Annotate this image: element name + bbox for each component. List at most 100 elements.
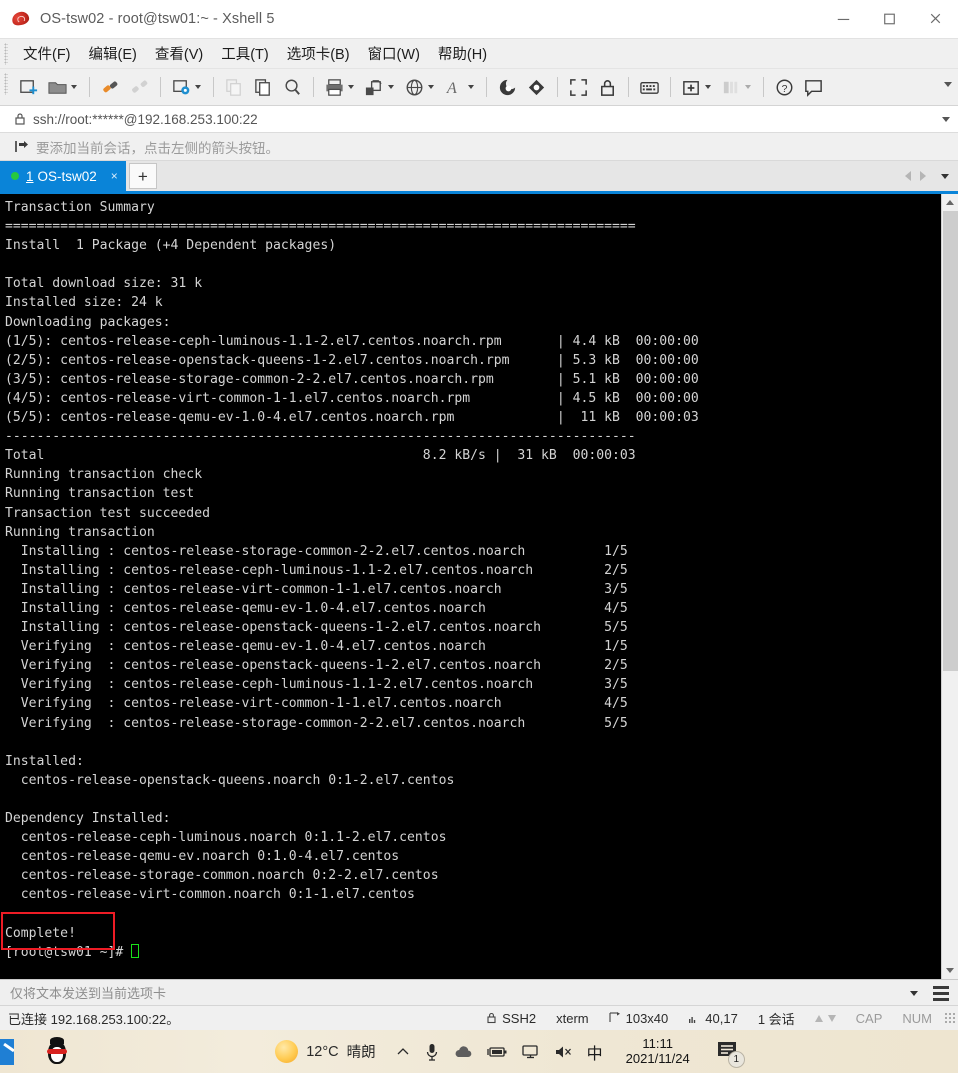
folder-dropdown-caret[interactable] bbox=[71, 85, 77, 89]
new-tab-button[interactable]: + bbox=[128, 163, 157, 189]
terminal-output[interactable]: Transaction Summary =====================… bbox=[0, 194, 941, 979]
scrollbar-track[interactable] bbox=[941, 211, 958, 962]
svg-text:?: ? bbox=[782, 82, 788, 94]
terminal-line: Installing : centos-release-qemu-ev-1.0-… bbox=[5, 600, 628, 616]
send-to-tab-bar[interactable]: 仅将文本发送到当前选项卡 bbox=[0, 979, 958, 1005]
resize-grip[interactable] bbox=[944, 1012, 956, 1024]
notification-center-button[interactable]: 1 bbox=[715, 1038, 745, 1068]
print-icon[interactable] bbox=[320, 72, 360, 102]
taskbar-clock[interactable]: 11:11 2021/11/24 bbox=[625, 1036, 690, 1066]
terminal-area: Transaction Summary =====================… bbox=[0, 194, 958, 979]
connect-icon[interactable] bbox=[96, 72, 125, 102]
tab-list-caret[interactable] bbox=[932, 173, 952, 179]
battery-icon[interactable] bbox=[486, 1045, 508, 1059]
font-dropdown-caret[interactable] bbox=[468, 85, 474, 89]
terminal-line: centos-release-ceph-luminous.noarch 0:1.… bbox=[5, 830, 447, 846]
status-cursor-position: 40,17 bbox=[678, 1011, 748, 1026]
send-input[interactable]: 仅将文本发送到当前选项卡 bbox=[10, 983, 166, 1002]
toolbar-grip-handle[interactable] bbox=[4, 73, 8, 95]
maximize-button[interactable] bbox=[866, 0, 912, 38]
scrollbar-thumb[interactable] bbox=[942, 211, 958, 671]
terminal-line: ========================================… bbox=[5, 219, 636, 235]
find-icon[interactable] bbox=[278, 72, 307, 102]
tab-os-tsw02[interactable]: 1 OS-tsw02 × bbox=[0, 161, 126, 191]
terminal-line: Installed: bbox=[5, 753, 84, 769]
volume-muted-icon[interactable] bbox=[554, 1044, 574, 1060]
globe-icon[interactable] bbox=[400, 72, 440, 102]
print-dropdown-caret[interactable] bbox=[348, 85, 354, 89]
block-cursor bbox=[131, 943, 140, 958]
terminal-line: (3/5): centos-release-storage-common-2-2… bbox=[5, 371, 699, 387]
menu-window[interactable]: 窗口(W) bbox=[359, 40, 429, 67]
status-protocol: SSH2 bbox=[476, 1011, 546, 1026]
toolbar-separator bbox=[213, 77, 214, 97]
ime-indicator[interactable]: 中 bbox=[587, 1040, 603, 1064]
status-num-lock: NUM bbox=[902, 1010, 932, 1026]
menu-view[interactable]: 查看(V) bbox=[146, 40, 212, 67]
terminal-line: Transaction test succeeded bbox=[5, 505, 210, 521]
address-input[interactable]: ssh://root:******@192.168.253.100:22 bbox=[33, 112, 258, 127]
close-button[interactable] bbox=[912, 0, 958, 38]
minimize-button[interactable] bbox=[820, 0, 866, 38]
menu-file[interactable]: 文件(F) bbox=[14, 40, 80, 67]
microphone-icon[interactable] bbox=[424, 1042, 440, 1062]
menu-tabs[interactable]: 选项卡(B) bbox=[278, 40, 359, 67]
globe-dropdown-caret[interactable] bbox=[428, 85, 434, 89]
terminal-prompt-line: [root@tsw01 ~]# bbox=[5, 943, 941, 962]
disconnect-icon[interactable] bbox=[125, 72, 154, 102]
layout-dropdown-caret bbox=[745, 85, 751, 89]
start-button[interactable] bbox=[0, 1038, 14, 1065]
scroll-up-arrow[interactable] bbox=[942, 194, 958, 211]
send-dropdown-caret[interactable] bbox=[910, 991, 918, 996]
windows-taskbar: 12°C 晴朗 中 11:11 2021/11/24 1 bbox=[0, 1030, 958, 1073]
transfer-file-icon[interactable] bbox=[360, 72, 400, 102]
terminal-scrollbar[interactable] bbox=[941, 194, 958, 979]
session-properties-icon[interactable] bbox=[167, 72, 207, 102]
fullscreen-icon[interactable] bbox=[564, 72, 593, 102]
clock-date: 2021/11/24 bbox=[625, 1050, 690, 1066]
send-options-menu[interactable] bbox=[930, 983, 952, 1003]
terminal-line: Verifying : centos-release-qemu-ev-1.0-4… bbox=[5, 639, 628, 655]
tab-prev-arrow[interactable] bbox=[902, 171, 914, 181]
open-folder-icon[interactable] bbox=[43, 72, 83, 102]
menu-edit[interactable]: 编辑(E) bbox=[80, 40, 146, 67]
add-session-arrow-icon[interactable] bbox=[14, 139, 29, 154]
terminal-line: Installing : centos-release-ceph-luminou… bbox=[5, 562, 628, 578]
address-bar[interactable]: ssh://root:******@192.168.253.100:22 bbox=[0, 106, 958, 133]
status-connection: 已连接 192.168.253.100:22。 bbox=[8, 1011, 180, 1027]
toolbar-separator bbox=[628, 77, 629, 97]
menu-tools[interactable]: 工具(T) bbox=[212, 40, 278, 67]
add-dropdown-caret[interactable] bbox=[705, 85, 711, 89]
address-dropdown-caret[interactable] bbox=[942, 117, 950, 122]
tab-close-icon[interactable]: × bbox=[111, 170, 118, 182]
lock-icon bbox=[14, 112, 26, 126]
add-to-folder-icon[interactable] bbox=[677, 72, 717, 102]
qq-icon[interactable] bbox=[44, 1036, 70, 1067]
properties-dropdown-caret[interactable] bbox=[195, 85, 201, 89]
network-icon[interactable] bbox=[521, 1044, 541, 1060]
xagent-icon[interactable] bbox=[522, 72, 551, 102]
font-icon[interactable]: A bbox=[440, 72, 480, 102]
chevron-up-icon[interactable] bbox=[395, 1044, 411, 1060]
xftp-icon[interactable] bbox=[493, 72, 522, 102]
lock-icon[interactable] bbox=[593, 72, 622, 102]
feedback-icon[interactable] bbox=[799, 72, 828, 102]
terminal-line: centos-release-storage-common.noarch 0:2… bbox=[5, 868, 439, 884]
toolbar-overflow-caret[interactable] bbox=[944, 82, 952, 87]
transfer-dropdown-caret[interactable] bbox=[388, 85, 394, 89]
new-session-icon[interactable] bbox=[14, 72, 43, 102]
scroll-down-arrow[interactable] bbox=[942, 962, 958, 979]
menu-help[interactable]: 帮助(H) bbox=[429, 40, 496, 67]
paste-icon[interactable] bbox=[249, 72, 278, 102]
weather-widget[interactable]: 12°C 晴朗 bbox=[275, 1040, 376, 1063]
keyboard-icon[interactable] bbox=[635, 72, 664, 102]
tab-next-arrow[interactable] bbox=[917, 171, 929, 181]
terminal-line: Total 8.2 kB/s | 31 kB 00:00:03 bbox=[5, 448, 636, 464]
terminal-line: Verifying : centos-release-openstack-que… bbox=[5, 658, 628, 674]
onedrive-icon[interactable] bbox=[453, 1045, 473, 1059]
terminal-line: Downloading packages: bbox=[5, 314, 171, 330]
weather-desc: 晴朗 bbox=[346, 1045, 376, 1061]
help-icon[interactable]: ? bbox=[770, 72, 799, 102]
menu-grip-handle[interactable] bbox=[4, 43, 8, 65]
toolbar-separator bbox=[670, 77, 671, 97]
